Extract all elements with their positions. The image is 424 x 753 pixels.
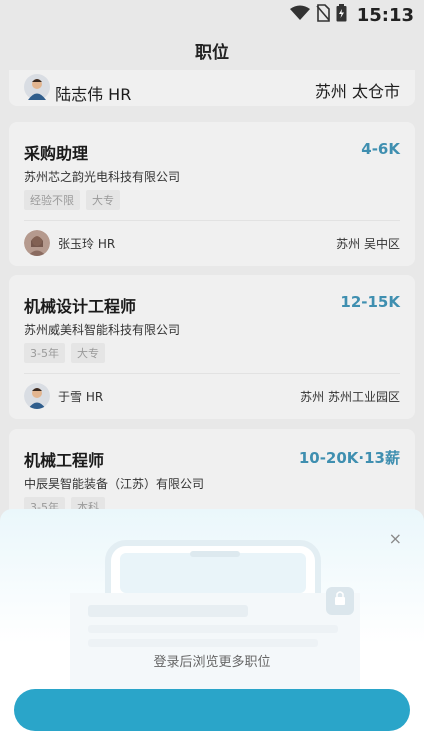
- tag-experience: 经验不限: [24, 190, 80, 210]
- job-tags: 经验不限 大专: [24, 190, 120, 210]
- job-location: 苏州 苏州工业园区: [300, 389, 400, 404]
- job-salary: 12-15K: [340, 293, 400, 311]
- job-card[interactable]: 机械设计工程师 12-15K 苏州威美科智能科技有限公司 3-5年 大专 于雪 …: [9, 275, 415, 419]
- job-card[interactable]: 采购助理 4-6K 苏州芯之韵光电科技有限公司 经验不限 大专 张玉玲 HR 苏…: [9, 122, 415, 266]
- clock: 15:13: [356, 4, 414, 26]
- hr-row: 于雪 HR 苏州 苏州工业园区: [24, 383, 400, 409]
- hr-name: 陆志伟 HR: [55, 85, 132, 104]
- login-button[interactable]: [14, 689, 410, 731]
- job-salary: 10-20K·13薪: [298, 449, 400, 467]
- tag-experience: 3-5年: [24, 343, 65, 363]
- avatar: [24, 230, 50, 256]
- no-sim-icon: [316, 4, 330, 26]
- tag-education: 大专: [70, 343, 105, 363]
- tag-education: 大专: [86, 190, 120, 210]
- job-title: 机械设计工程师: [24, 297, 137, 316]
- company-name: 苏州威美科智能科技有限公司: [24, 323, 181, 337]
- wifi-icon: [289, 5, 310, 25]
- page-title: 职位: [195, 42, 229, 63]
- company-name: 苏州芯之韵光电科技有限公司: [24, 170, 181, 184]
- job-location: 苏州 吴中区: [336, 236, 400, 251]
- job-tags: 3-5年 大专: [24, 343, 105, 363]
- hr-row: 张玉玲 HR 苏州 吴中区: [24, 230, 400, 256]
- hr-name: 张玉玲 HR: [58, 236, 116, 251]
- page-header: 职位: [0, 30, 424, 70]
- job-title: 机械工程师: [24, 451, 105, 470]
- login-sheet: × 登录后浏览更多职位: [0, 509, 424, 753]
- divider: [24, 373, 400, 374]
- hr-row: 陆志伟 HR 苏州 太仓市: [24, 74, 400, 105]
- company-name: 中辰昊智能装备（江苏）有限公司: [24, 477, 205, 491]
- job-card[interactable]: 陆志伟 HR 苏州 太仓市: [9, 70, 415, 106]
- battery-icon: [336, 4, 347, 26]
- avatar: [24, 383, 50, 409]
- hr-name: 于雪 HR: [58, 389, 104, 404]
- phone-illustration: [70, 540, 360, 706]
- job-location: 苏州 太仓市: [314, 81, 400, 101]
- divider: [24, 220, 400, 221]
- status-bar: 15:13: [0, 0, 424, 30]
- close-icon[interactable]: ×: [389, 529, 402, 548]
- avatar: [24, 74, 55, 104]
- job-salary: 4-6K: [361, 140, 400, 158]
- job-title: 采购助理: [24, 144, 89, 163]
- login-message: 登录后浏览更多职位: [153, 655, 271, 670]
